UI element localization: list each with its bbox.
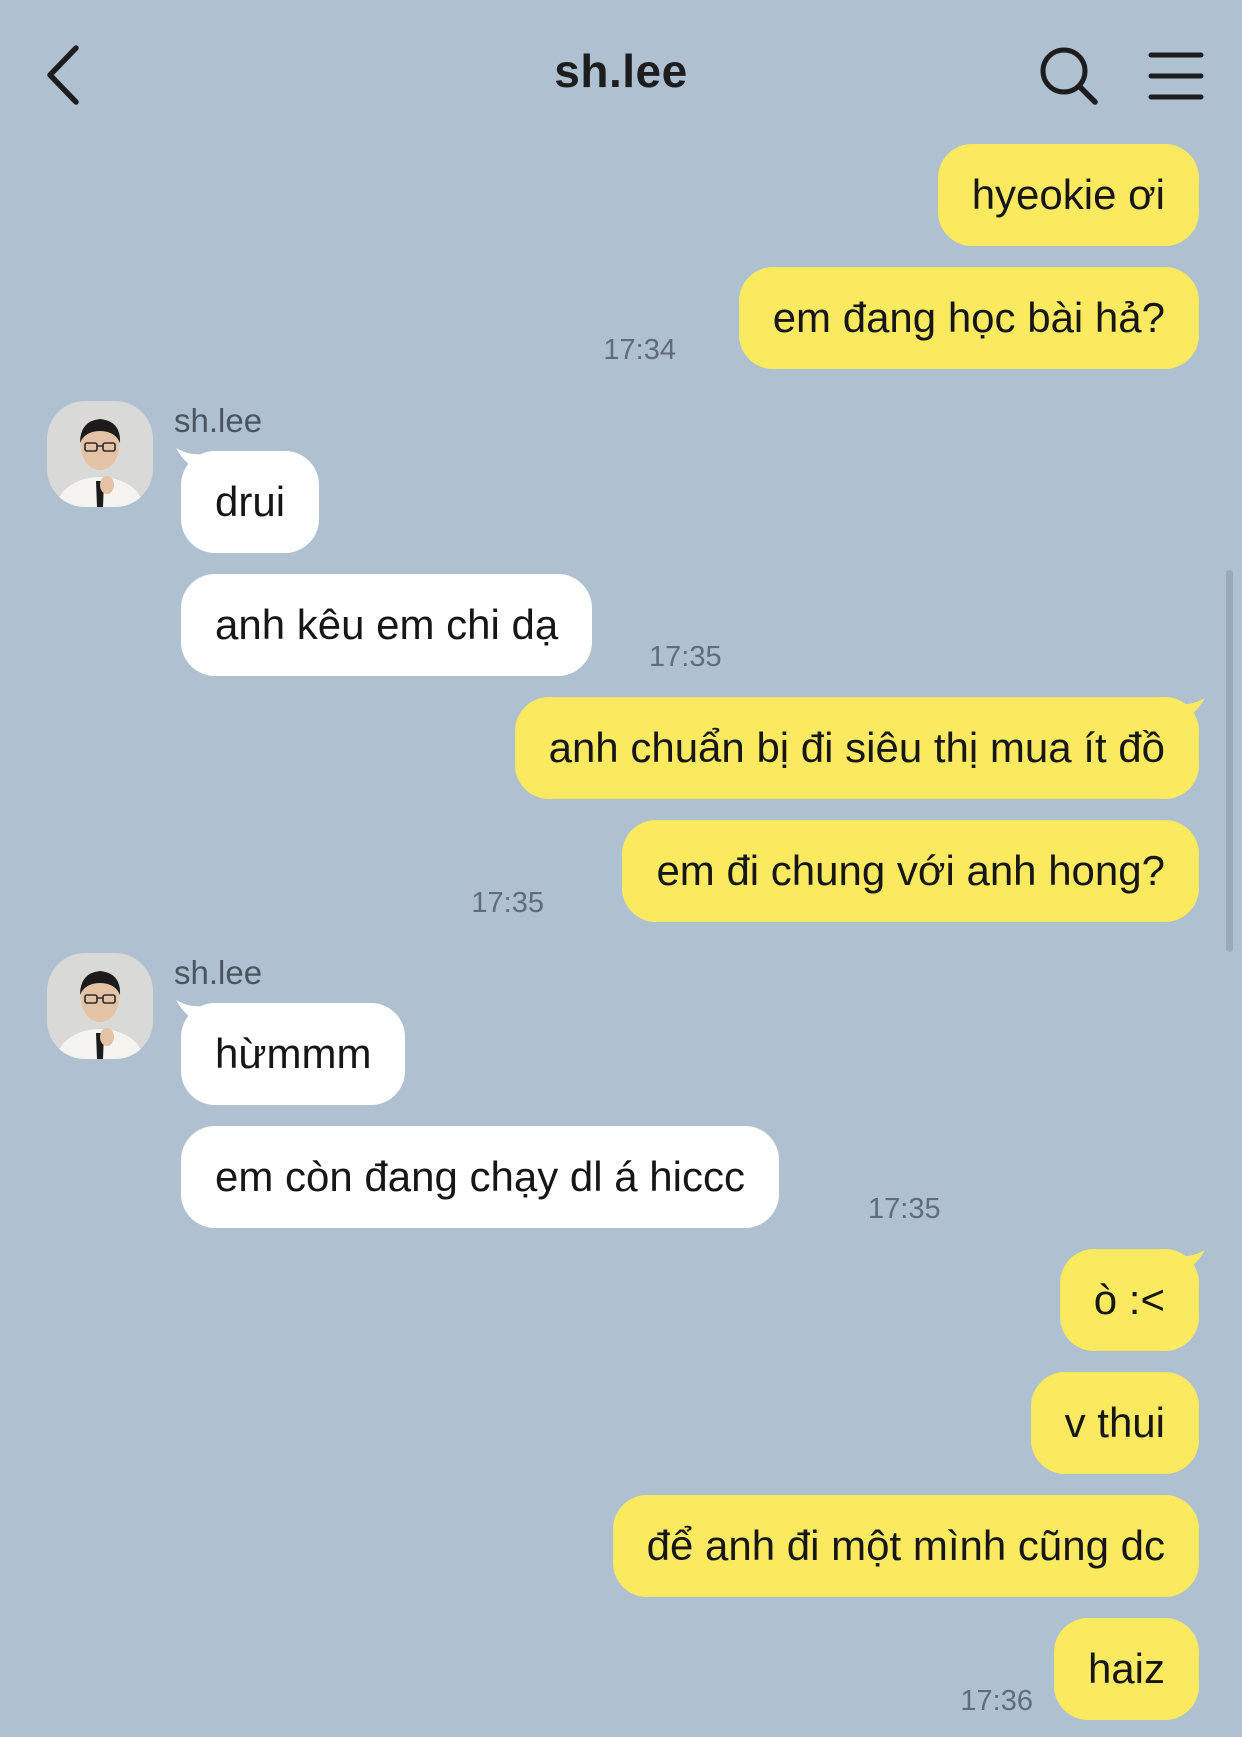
message-text: ò :<: [1093, 1276, 1165, 1323]
incoming-message[interactable]: em còn đang chạy dl á hiccc: [181, 1126, 779, 1228]
outgoing-message[interactable]: v thui: [1030, 1372, 1199, 1474]
profile-photo: [47, 953, 153, 1059]
profile-photo: [47, 401, 153, 507]
outgoing-message[interactable]: anh chuẩn bị đi siêu thị mua ít đồ: [514, 697, 1199, 799]
message-text: em đang học bài hả?: [772, 294, 1165, 341]
message-text: drui: [215, 478, 286, 525]
message-text: haiz: [1087, 1645, 1165, 1692]
menu-button[interactable]: [1148, 50, 1204, 102]
outgoing-message[interactable]: ò :<: [1059, 1249, 1199, 1351]
message-text: hừmmm: [215, 1030, 372, 1077]
sender-name: sh.lee: [174, 402, 263, 439]
outgoing-message[interactable]: để anh đi một mình cũng dc: [612, 1495, 1199, 1597]
avatar[interactable]: [47, 953, 153, 1059]
incoming-message[interactable]: hừmmm: [181, 1003, 406, 1105]
scrollbar[interactable]: [1226, 570, 1233, 952]
message-timestamp: 17:36: [960, 1685, 1033, 1717]
message-timestamp: 17:35: [649, 641, 722, 673]
message-timestamp: 17:35: [868, 1193, 941, 1225]
incoming-message[interactable]: anh kêu em chi dạ: [181, 574, 593, 676]
outgoing-message[interactable]: hyeokie ơi: [937, 144, 1199, 246]
message-timestamp: 17:34: [603, 334, 676, 366]
message-text: em còn đang chạy dl á hiccc: [215, 1153, 745, 1200]
outgoing-message[interactable]: em đang học bài hả?: [738, 267, 1199, 369]
avatar[interactable]: [47, 401, 153, 507]
chat-header: sh.lee: [0, 0, 1242, 150]
outgoing-message[interactable]: em đi chung với anh hong?: [622, 820, 1199, 922]
message-text: anh kêu em chi dạ: [215, 601, 559, 648]
sender-name: sh.lee: [174, 954, 263, 991]
message-text: anh chuẩn bị đi siêu thị mua ít đồ: [548, 724, 1165, 771]
message-timestamp: 17:35: [471, 887, 544, 919]
message-text: em đi chung với anh hong?: [656, 847, 1165, 894]
message-text: v thui: [1064, 1399, 1165, 1446]
message-text: để anh đi một mình cũng dc: [646, 1522, 1165, 1569]
incoming-message[interactable]: drui: [181, 451, 320, 553]
message-text: hyeokie ơi: [971, 171, 1165, 218]
outgoing-message[interactable]: haiz: [1053, 1618, 1199, 1720]
hamburger-menu-icon: [1148, 52, 1204, 100]
search-icon: [1040, 47, 1098, 105]
search-button[interactable]: [1038, 45, 1100, 107]
